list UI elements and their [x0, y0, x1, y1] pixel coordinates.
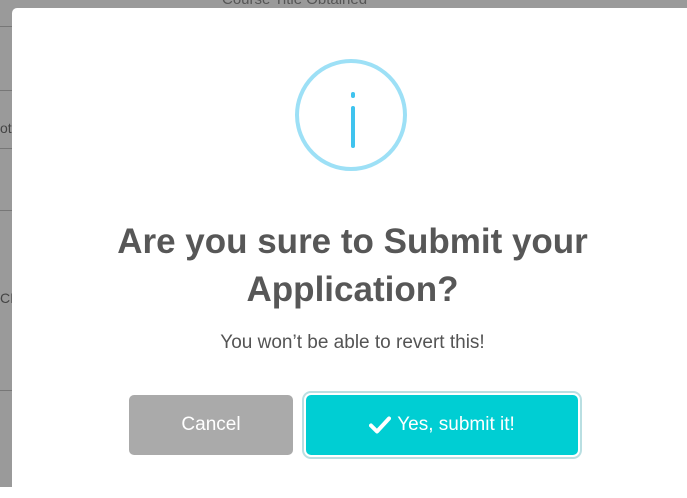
background-table-header: Course Title Obtained [222, 0, 367, 8]
confirm-dialog: Are you sure to Submit your Application?… [12, 8, 687, 498]
dialog-message: You won’t be able to revert this! [220, 332, 485, 353]
background-cell-fragment: ot [0, 120, 12, 136]
dialog-title: Are you sure to Submit your Application? [117, 222, 588, 309]
cancel-button[interactable]: Cancel [129, 395, 293, 455]
info-icon-stem [351, 106, 355, 148]
confirm-submit-button[interactable]: Yes, submit it! [306, 395, 578, 455]
info-icon-dot [351, 92, 355, 98]
check-icon [369, 416, 392, 434]
info-icon [295, 59, 407, 171]
cancel-button-label: Cancel [181, 414, 241, 435]
confirm-button-label: Yes, submit it! [397, 414, 515, 435]
